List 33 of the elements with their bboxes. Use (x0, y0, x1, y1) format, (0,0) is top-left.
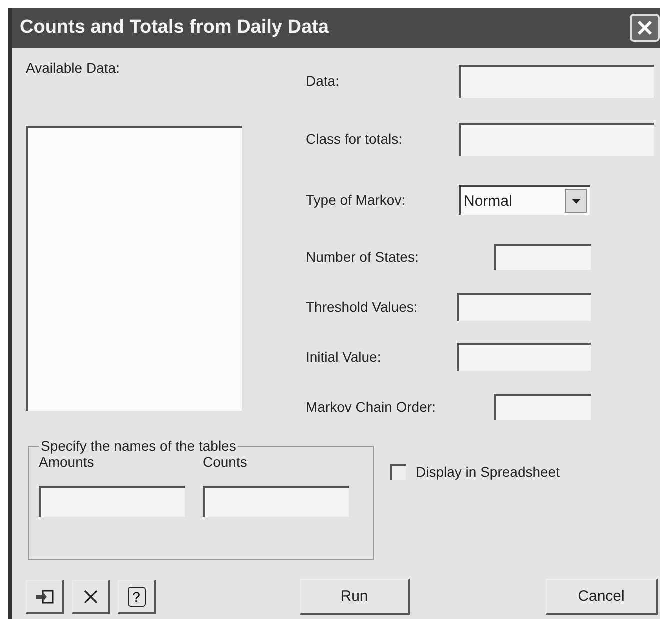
clear-button[interactable] (72, 580, 110, 614)
field-label: Initial Value: (306, 349, 382, 365)
field-label: Threshold Values: (306, 299, 419, 315)
run-button[interactable]: Run (300, 579, 410, 615)
window-title: Counts and Totals from Daily Data (20, 17, 329, 39)
dropdown-arrow-icon (572, 198, 580, 204)
field-label: Number of States: (306, 249, 420, 265)
close-button[interactable] (630, 14, 660, 42)
field-label: Data: (306, 73, 340, 89)
available-data-label: Available Data: (26, 60, 121, 76)
input-field[interactable] (494, 244, 591, 270)
checkbox-label: Display in Spreadsheet (416, 464, 560, 480)
cancel-button[interactable]: Cancel (546, 579, 658, 615)
input-field[interactable] (39, 486, 185, 517)
group-title: Specify the names of the tables (40, 438, 238, 454)
cross-icon (82, 588, 98, 604)
checkbox[interactable] (390, 464, 406, 480)
close-icon (636, 19, 654, 37)
exit-button[interactable] (26, 580, 64, 614)
input-field[interactable] (459, 64, 654, 98)
input-field[interactable] (459, 122, 654, 156)
help-button[interactable]: ? (118, 580, 156, 614)
field-label: Type of Markov: (306, 192, 407, 208)
input-field[interactable] (457, 293, 591, 321)
input-field[interactable] (494, 394, 591, 420)
door-arrow-icon (34, 588, 54, 604)
input-field[interactable] (203, 486, 349, 517)
table-name-label: Amounts (39, 454, 96, 470)
field-label: Class for totals: (306, 131, 404, 147)
field-label: Markov Chain Order: (306, 399, 437, 415)
markov-type-dropdown[interactable]: Normal (459, 185, 590, 215)
input-field[interactable] (457, 343, 591, 371)
table-name-label: Counts (203, 454, 248, 470)
